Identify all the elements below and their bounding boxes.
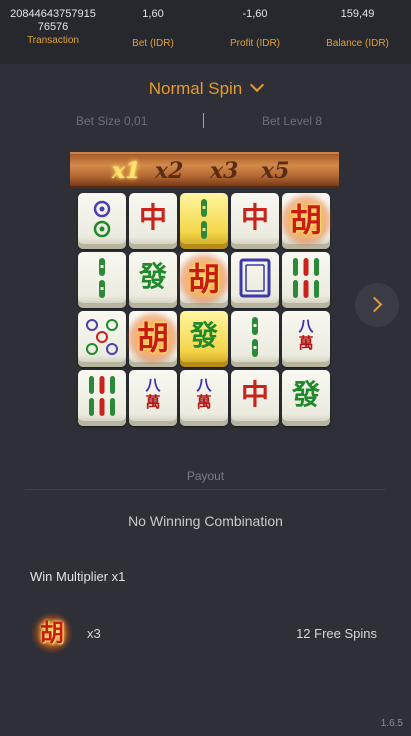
balance-value: 159,49: [340, 8, 375, 20]
wan-number: 八: [298, 317, 314, 335]
bet-info-divider: [203, 113, 204, 128]
tile-dots-5: [78, 311, 126, 367]
tile-fa: 發: [129, 252, 177, 308]
payout-result: No Winning Combination: [128, 513, 283, 529]
spin-type-dropdown[interactable]: Normal Spin: [0, 76, 411, 102]
bet-column: 1,60 Bet (IDR): [104, 8, 202, 51]
tile-fa: 發: [282, 370, 330, 426]
bamboo-6-icon: [89, 376, 115, 416]
hu-glyph: 胡: [289, 201, 322, 239]
wan-8-glyph: 八 萬: [180, 370, 228, 420]
tile-zhong: 中: [231, 370, 279, 426]
tile-white-dragon: [231, 252, 279, 308]
white-dragon-icon: [239, 258, 271, 298]
free-spins-awarded: 12 Free Spins: [296, 626, 377, 641]
transaction-id-line1: 20844643757915: [10, 8, 96, 20]
wan-character: 萬: [298, 334, 314, 352]
profit-label: Profit (IDR): [230, 38, 280, 49]
transaction-column: 20844643757915 76576 Transaction: [4, 8, 102, 48]
win-multiplier: Win Multiplier x1: [30, 569, 126, 584]
bet-level: Bet Level 8: [262, 114, 323, 128]
tile-zhong: 中: [129, 193, 177, 249]
multiplier-x1: x1: [112, 158, 141, 184]
wan-character: 萬: [145, 393, 161, 411]
version-label: 1.6.5: [380, 718, 403, 729]
bamboo-2-icon: [252, 317, 258, 357]
hu-scatter-icon: 胡: [178, 250, 230, 308]
wan-character: 萬: [196, 393, 212, 411]
scatter-count: x3: [87, 626, 101, 641]
balance-column: 159,49 Balance (IDR): [306, 8, 409, 51]
tile-bamboo-2-gold: [180, 193, 228, 249]
tile-zhong: 中: [231, 193, 279, 249]
transaction-header: 20844643757915 76576 Transaction 1,60 Be…: [0, 0, 411, 64]
hu-scatter-icon: 胡: [280, 191, 332, 249]
spin-type-label: Normal Spin: [148, 79, 243, 98]
bet-value: 1,60: [142, 8, 164, 20]
multiplier-x3: x3: [210, 158, 239, 184]
payout-title: Payout: [186, 469, 225, 483]
dots-2-icon: [93, 200, 111, 238]
scatter-symbol: 胡: [32, 612, 72, 654]
dots-5-icon: [86, 319, 118, 355]
zhong-glyph: 中: [240, 378, 269, 411]
transaction-label: Transaction: [27, 35, 79, 46]
tile-wan-8: 八 萬: [282, 311, 330, 367]
balance-label: Balance (IDR): [326, 38, 389, 49]
tile-bamboo-2: [78, 252, 126, 308]
transaction-id-line2: 76576: [37, 21, 69, 33]
tile-wan-8: 八 萬: [180, 370, 228, 426]
tile-bamboo-2: [231, 311, 279, 367]
multiplier-x2: x2: [155, 158, 184, 184]
tile-dots-2: [78, 193, 126, 249]
payout-divider: [25, 489, 386, 490]
wan-8-glyph: 八 萬: [282, 311, 330, 361]
bamboo-2-icon: [99, 258, 105, 298]
wan-number: 八: [145, 376, 161, 394]
tile-hu-scatter: 胡: [178, 250, 230, 308]
hu-glyph: 胡: [187, 260, 220, 298]
chevron-down-icon: [250, 77, 265, 93]
fa-glyph: 發: [291, 378, 320, 411]
bamboo-6-icon: [293, 258, 319, 298]
tile-wan-8: 八 萬: [129, 370, 177, 426]
bamboo-2-icon: [201, 199, 207, 239]
profit-value: -1,60: [242, 8, 268, 20]
multiplier-x5: x5: [261, 158, 290, 184]
zhong-glyph: 中: [240, 201, 269, 234]
bet-size: Bet Size 0,01: [76, 114, 148, 128]
tile-hu-scatter: 胡: [127, 309, 179, 367]
zhong-glyph: 中: [138, 201, 167, 234]
tile-bamboo-6: [282, 252, 330, 308]
chevron-right-icon: [366, 296, 383, 313]
hu-glyph: 胡: [40, 618, 64, 647]
bet-label: Bet (IDR): [132, 38, 174, 49]
hu-glyph: 胡: [136, 319, 169, 357]
fa-glyph: 發: [189, 319, 218, 352]
wan-8-glyph: 八 萬: [129, 370, 177, 420]
hu-scatter-icon: 胡: [32, 612, 72, 654]
next-page-button[interactable]: [355, 283, 399, 327]
fa-glyph: 發: [138, 260, 167, 293]
multiplier-bar: x1 x2 x3 x5: [70, 152, 339, 188]
tile-bamboo-6: [78, 370, 126, 426]
tile-hu-scatter: 胡: [280, 191, 332, 249]
tile-fa-gold: 發: [180, 311, 228, 367]
hu-scatter-icon: 胡: [127, 309, 179, 367]
wan-number: 八: [196, 376, 212, 394]
profit-column: -1,60 Profit (IDR): [206, 8, 304, 51]
